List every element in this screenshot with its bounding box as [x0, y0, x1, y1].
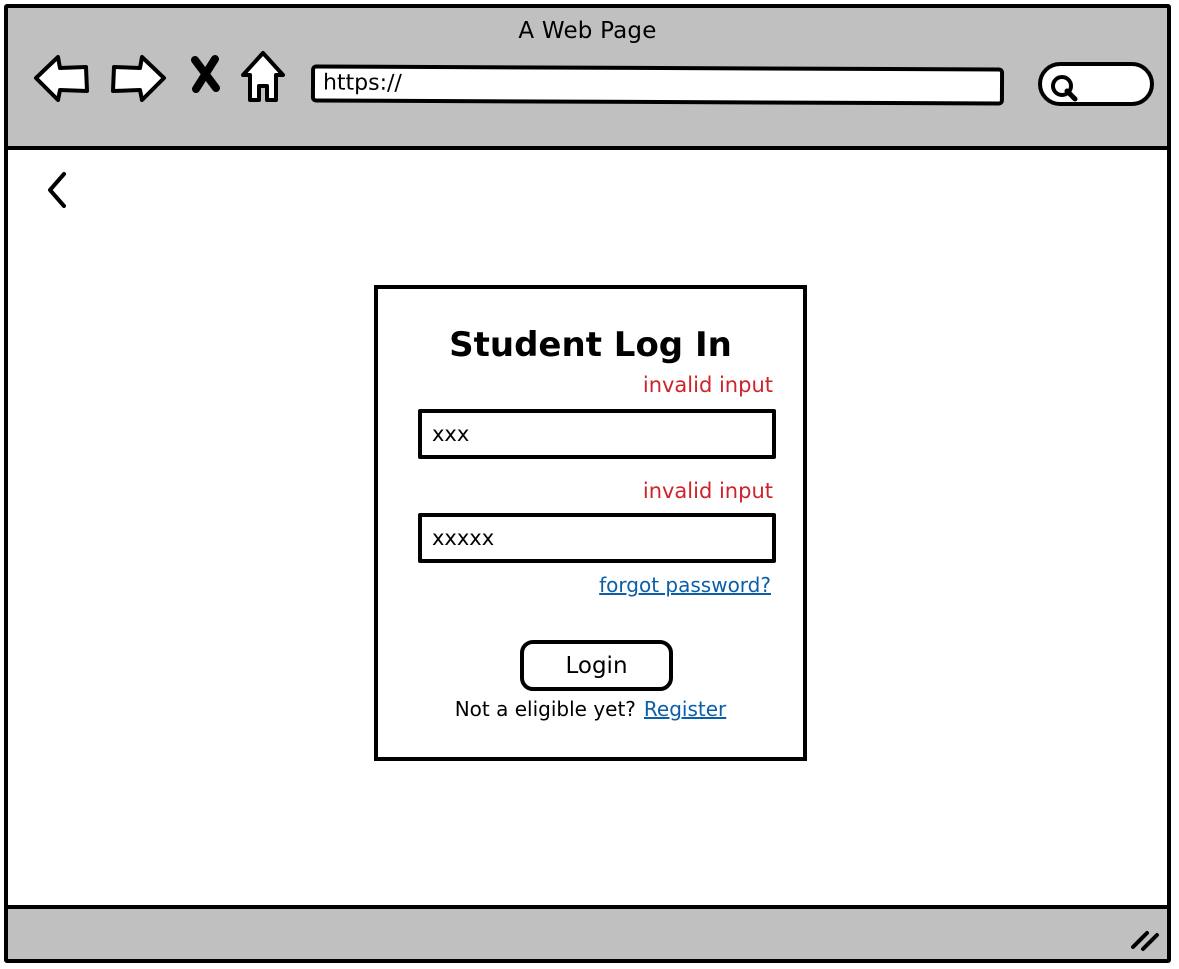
register-link[interactable]: Register	[644, 697, 726, 721]
browser-window: A Web Page https:// Student Log In inval…	[4, 4, 1171, 963]
register-row: Not a eligible yet? Register	[378, 697, 803, 721]
login-title: Student Log In	[449, 325, 732, 365]
window-title: A Web Page	[518, 18, 657, 44]
login-button[interactable]: Login	[520, 640, 673, 691]
url-bar[interactable]: https://	[310, 64, 1005, 106]
login-card: Student Log In invalid input xxx invalid…	[374, 285, 807, 761]
forgot-password-link[interactable]: forgot password?	[599, 573, 771, 597]
home-icon[interactable]	[238, 48, 288, 104]
chevron-left-icon[interactable]	[44, 170, 70, 210]
password-field[interactable]: xxxxx	[418, 513, 776, 563]
back-arrow-icon[interactable]	[32, 52, 92, 104]
browser-search-box[interactable]	[1038, 62, 1154, 106]
forward-arrow-icon[interactable]	[108, 52, 168, 104]
username-field[interactable]: xxx	[418, 409, 776, 459]
resize-grip-icon[interactable]	[1127, 925, 1161, 953]
close-icon[interactable]	[188, 54, 224, 94]
register-prompt: Not a eligible yet?	[454, 697, 636, 721]
search-icon	[1051, 75, 1078, 102]
browser-chrome: A Web Page https://	[8, 8, 1167, 150]
page-content: Student Log In invalid input xxx invalid…	[8, 150, 1167, 905]
username-error: invalid input	[642, 373, 773, 397]
status-bar	[8, 905, 1167, 959]
password-error: invalid input	[642, 479, 773, 503]
